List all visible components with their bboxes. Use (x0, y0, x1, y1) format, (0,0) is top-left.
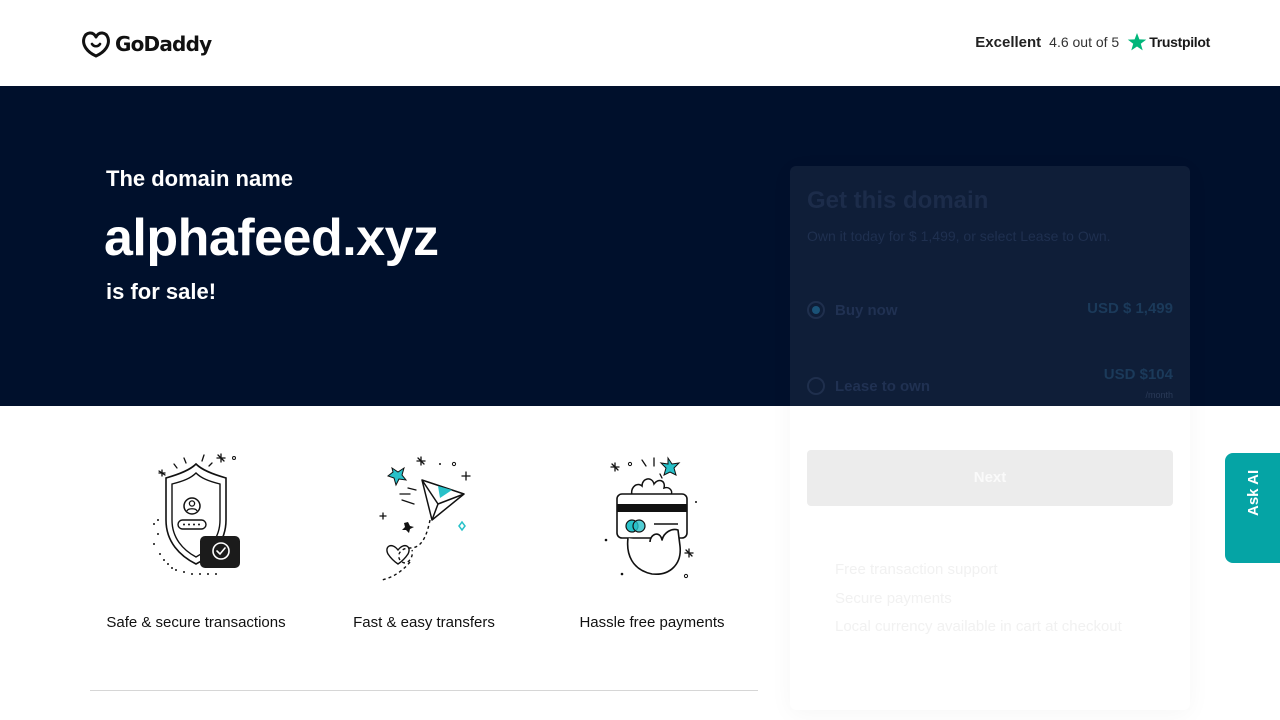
option-lease-to-own[interactable]: Lease to own USD $104 /month (807, 366, 1173, 404)
option-price: USD $104 (1103, 366, 1173, 383)
hero-pre-text: The domain name (106, 166, 294, 191)
option-buy-now[interactable]: Buy now USD $ 1,499 (807, 298, 1173, 328)
benefit-list: Free transaction support Secure payments… (835, 556, 1122, 642)
card-title: Get this domain (807, 187, 989, 214)
paper-plane-icon (379, 456, 471, 581)
option-label: Buy now (835, 302, 898, 319)
shield-user-icon (153, 453, 240, 575)
feature-label: Hassle free payments (579, 614, 725, 631)
godaddy-logo[interactable]: GoDaddy (81, 29, 212, 59)
ask-ai-label: Ask AI (1245, 469, 1262, 516)
feature-label: Safe & secure transactions (106, 614, 286, 631)
hero-post-text: is for sale! (106, 279, 217, 304)
section-divider (90, 690, 758, 691)
rating-score: 4.6 out of 5 (1049, 34, 1120, 50)
feature-item: Fast & easy transfers (324, 450, 524, 640)
purchase-card: Get this domain Own it today for $ 1,499… (790, 166, 1190, 710)
ask-ai-button[interactable]: Ask AI (1225, 453, 1280, 563)
radio-lease-to-own[interactable] (807, 377, 825, 395)
feature-list: Safe & secure transactions Fast & easy t… (90, 450, 758, 650)
option-price-unit: /month (1145, 390, 1173, 400)
benefit-item: Secure payments (835, 589, 952, 607)
option-price: USD $ 1,499 (1087, 300, 1173, 317)
option-label: Lease to own (835, 378, 931, 395)
card-subtitle: Own it today for $ 1,499, or select Leas… (807, 228, 1111, 244)
feature-item: Safe & secure transactions (96, 450, 296, 640)
star-icon (1128, 33, 1147, 51)
godaddy-logo-icon (82, 31, 110, 58)
card-payment-icon (604, 456, 697, 579)
next-button[interactable]: Next (807, 450, 1173, 506)
feature-item: Hassle free payments (552, 450, 752, 640)
site-header: GoDaddy Excellent 4.6 out of 5 Trustpilo… (0, 0, 1280, 86)
domain-name: alphafeed.xyz (104, 209, 439, 267)
logo-text: GoDaddy (115, 32, 212, 56)
benefit-item: Free transaction support (835, 561, 998, 578)
radio-buy-now[interactable] (807, 301, 825, 319)
trustpilot-brand: Trustpilot (1127, 32, 1210, 52)
benefit-item: Local currency available in cart at chec… (835, 618, 1122, 635)
rating-label: Excellent (975, 33, 1042, 51)
trustpilot-label: Trustpilot (1149, 34, 1210, 50)
trustpilot-rating[interactable]: Excellent 4.6 out of 5 Trustpilot (975, 32, 1210, 52)
feature-label: Fast & easy transfers (353, 614, 495, 631)
